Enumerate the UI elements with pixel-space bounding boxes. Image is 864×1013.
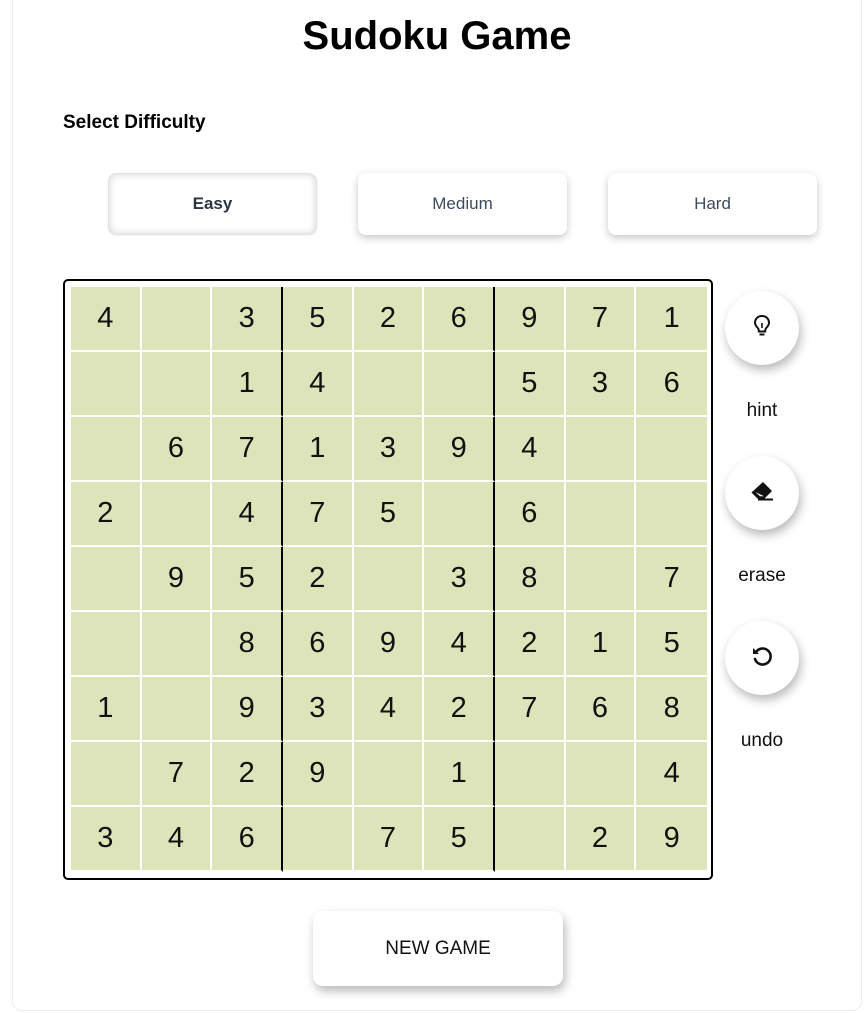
sudoku-cell-r4-c3[interactable]: 4: [212, 482, 283, 547]
sudoku-cell-r1-c8[interactable]: 7: [565, 287, 637, 352]
sudoku-cell-r8-c1[interactable]: [71, 742, 142, 807]
sudoku-cell-r1-c6[interactable]: 6: [424, 287, 495, 352]
sudoku-cell-r4-c6[interactable]: [424, 482, 495, 547]
eraser-icon: [749, 480, 775, 507]
sudoku-cell-r3-c9[interactable]: [636, 417, 707, 482]
sudoku-cell-r9-c2[interactable]: 4: [141, 807, 213, 872]
sudoku-cell-r2-c4[interactable]: 4: [282, 352, 354, 417]
undo-icon: [750, 644, 774, 673]
difficulty-hard-button[interactable]: Hard: [608, 173, 817, 235]
difficulty-medium-button[interactable]: Medium: [358, 173, 567, 235]
sudoku-cell-r6-c1[interactable]: [71, 612, 142, 677]
sudoku-cell-r2-c6[interactable]: [424, 352, 495, 417]
sudoku-cell-r5-c6[interactable]: 3: [424, 547, 495, 612]
sudoku-cell-r3-c2[interactable]: 6: [141, 417, 213, 482]
sudoku-cell-r1-c7[interactable]: 9: [494, 287, 566, 352]
sudoku-cell-r4-c5[interactable]: 5: [353, 482, 425, 547]
sudoku-cell-r1-c1[interactable]: 4: [71, 287, 142, 352]
sudoku-cell-r1-c9[interactable]: 1: [636, 287, 707, 352]
sudoku-cell-r6-c8[interactable]: 1: [565, 612, 637, 677]
sudoku-cell-r5-c4[interactable]: 2: [282, 547, 354, 612]
sudoku-cell-r5-c8[interactable]: [565, 547, 637, 612]
sudoku-cell-r7-c4[interactable]: 3: [282, 677, 354, 742]
sudoku-cell-r8-c9[interactable]: 4: [636, 742, 707, 807]
sudoku-cell-r7-c1[interactable]: 1: [71, 677, 142, 742]
sudoku-cell-r2-c2[interactable]: [141, 352, 213, 417]
sudoku-cell-r7-c3[interactable]: 9: [212, 677, 283, 742]
lightbulb-icon: [751, 314, 773, 343]
sudoku-cell-r7-c2[interactable]: [141, 677, 213, 742]
sudoku-cell-r7-c8[interactable]: 6: [565, 677, 637, 742]
sudoku-cell-r3-c6[interactable]: 9: [424, 417, 495, 482]
sudoku-cell-r6-c4[interactable]: 6: [282, 612, 354, 677]
sudoku-cell-r3-c4[interactable]: 1: [282, 417, 354, 482]
sudoku-cell-r2-c1[interactable]: [71, 352, 142, 417]
hint-label: hint: [746, 400, 778, 421]
sudoku-cell-r9-c4[interactable]: [282, 807, 354, 872]
sudoku-cell-r7-c6[interactable]: 2: [424, 677, 495, 742]
sudoku-cell-r5-c9[interactable]: 7: [636, 547, 707, 612]
sudoku-cell-r2-c3[interactable]: 1: [212, 352, 283, 417]
sudoku-cell-r1-c4[interactable]: 5: [282, 287, 354, 352]
sudoku-cell-r5-c7[interactable]: 8: [494, 547, 566, 612]
erase-label: erase: [738, 565, 786, 586]
sudoku-cell-r8-c6[interactable]: 1: [424, 742, 495, 807]
sudoku-cell-r8-c4[interactable]: 9: [282, 742, 354, 807]
sudoku-cell-r3-c7[interactable]: 4: [494, 417, 566, 482]
sudoku-cell-r7-c9[interactable]: 8: [636, 677, 707, 742]
sudoku-cell-r4-c8[interactable]: [565, 482, 637, 547]
page-title: Sudoku Game: [302, 14, 572, 58]
sudoku-cell-r8-c2[interactable]: 7: [141, 742, 213, 807]
sudoku-cell-r4-c2[interactable]: [141, 482, 213, 547]
sudoku-cell-r1-c5[interactable]: 2: [353, 287, 425, 352]
new-game-button[interactable]: NEW GAME: [313, 911, 563, 986]
sudoku-cell-r5-c2[interactable]: 9: [141, 547, 213, 612]
sudoku-cell-r2-c9[interactable]: 6: [636, 352, 707, 417]
sudoku-cell-r4-c1[interactable]: 2: [71, 482, 142, 547]
erase-button[interactable]: [725, 456, 799, 530]
sudoku-cell-r9-c3[interactable]: 6: [212, 807, 283, 872]
sudoku-cell-r8-c3[interactable]: 2: [212, 742, 283, 807]
sudoku-cell-r8-c7[interactable]: [494, 742, 566, 807]
sudoku-cell-r6-c9[interactable]: 5: [636, 612, 707, 677]
sudoku-cell-r8-c8[interactable]: [565, 742, 637, 807]
difficulty-easy-button[interactable]: Easy: [108, 173, 317, 235]
sudoku-cell-r6-c6[interactable]: 4: [424, 612, 495, 677]
sudoku-cell-r4-c9[interactable]: [636, 482, 707, 547]
sudoku-cell-r2-c5[interactable]: [353, 352, 425, 417]
sudoku-cell-r9-c8[interactable]: 2: [565, 807, 637, 872]
undo-label: undo: [740, 730, 784, 751]
sudoku-cell-r6-c5[interactable]: 9: [353, 612, 425, 677]
sudoku-cell-r6-c7[interactable]: 2: [494, 612, 566, 677]
sudoku-cell-r3-c1[interactable]: [71, 417, 142, 482]
sudoku-cell-r9-c6[interactable]: 5: [424, 807, 495, 872]
sudoku-cell-r4-c7[interactable]: 6: [494, 482, 566, 547]
sudoku-cell-r9-c1[interactable]: 3: [71, 807, 142, 872]
sudoku-cell-r6-c3[interactable]: 8: [212, 612, 283, 677]
sudoku-cell-r5-c3[interactable]: 5: [212, 547, 283, 612]
sudoku-cell-r6-c2[interactable]: [141, 612, 213, 677]
hint-button[interactable]: [725, 291, 799, 365]
sudoku-cell-r9-c7[interactable]: [494, 807, 566, 872]
sudoku-board: 4352697114536671394247569523878694215193…: [63, 279, 713, 880]
difficulty-label: Select Difficulty: [63, 112, 206, 133]
sudoku-cell-r5-c1[interactable]: [71, 547, 142, 612]
sudoku-cell-r5-c5[interactable]: [353, 547, 425, 612]
sudoku-cell-r1-c3[interactable]: 3: [212, 287, 283, 352]
sudoku-cell-r3-c3[interactable]: 7: [212, 417, 283, 482]
sudoku-cell-r2-c8[interactable]: 3: [565, 352, 637, 417]
sudoku-cell-r3-c5[interactable]: 3: [353, 417, 425, 482]
sudoku-cell-r7-c7[interactable]: 7: [494, 677, 566, 742]
sudoku-cell-r7-c5[interactable]: 4: [353, 677, 425, 742]
sudoku-grid: 4352697114536671394247569523878694215193…: [71, 287, 707, 872]
sudoku-cell-r3-c8[interactable]: [565, 417, 637, 482]
sudoku-cell-r8-c5[interactable]: [353, 742, 425, 807]
sudoku-cell-r2-c7[interactable]: 5: [494, 352, 566, 417]
undo-button[interactable]: [725, 621, 799, 695]
sudoku-cell-r1-c2[interactable]: [141, 287, 213, 352]
sudoku-cell-r9-c5[interactable]: 7: [353, 807, 425, 872]
sudoku-cell-r9-c9[interactable]: 9: [636, 807, 707, 872]
sudoku-cell-r4-c4[interactable]: 7: [282, 482, 354, 547]
